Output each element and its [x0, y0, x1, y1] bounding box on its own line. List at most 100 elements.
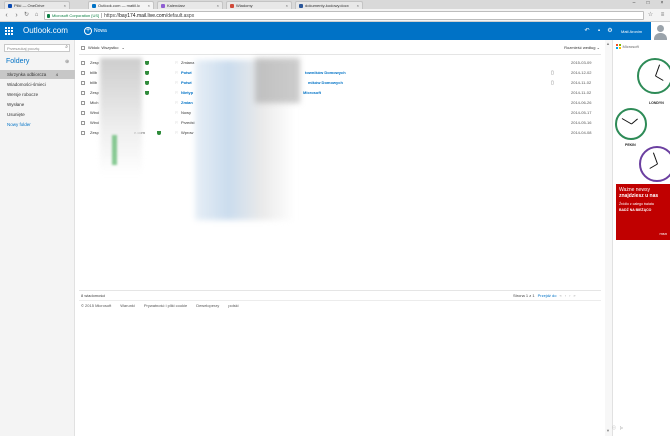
language-link[interactable]: polski — [228, 303, 238, 308]
ad-subline: Źródło z całego świata — [619, 202, 654, 206]
scroll-up-icon[interactable]: ▲ — [606, 41, 610, 46]
message-subject: Nietyp — [181, 90, 194, 95]
message-date: 2014-06-26 — [571, 100, 592, 105]
first-page-icon[interactable]: « — [559, 293, 561, 298]
row-checkbox[interactable] — [81, 91, 85, 95]
clock-icon — [615, 108, 647, 140]
star-icon[interactable]: ☆ — [646, 11, 655, 20]
message-row[interactable]: billb ⚐ Potwi towników Domowych ▯ 2014-1… — [79, 68, 601, 78]
message-date: 2014-12-02 — [571, 70, 592, 75]
folder-label: Wiadomości-śmieci — [7, 82, 46, 87]
avatar[interactable] — [651, 22, 670, 40]
legal-footer: © 2015 Microsoft Warunki Prywatność i pl… — [81, 303, 239, 308]
clock-icon — [639, 146, 670, 182]
terms-link[interactable]: Warunki — [120, 303, 135, 308]
clock-icon — [637, 58, 670, 94]
message-sender: Wind — [90, 120, 100, 125]
message-subject-tail: mików Domowych — [308, 80, 343, 85]
folder-deleted[interactable]: Usunięte — [0, 110, 75, 119]
row-checkbox[interactable] — [81, 111, 85, 115]
flag-icon[interactable]: ⚐ — [175, 78, 179, 88]
flag-icon[interactable]: ⚐ — [175, 118, 179, 128]
ad-info-icon[interactable]: ⓘ — [612, 425, 616, 431]
tab-title: Wiadomy — [236, 3, 253, 8]
address-bar[interactable]: Microsoft Corporation [US] https://bay17… — [44, 11, 644, 20]
folder-label: Wersje robocze — [7, 92, 39, 97]
undo-icon[interactable]: ↶ — [584, 28, 590, 34]
flag-icon[interactable]: ⚐ — [175, 58, 179, 68]
close-icon[interactable]: × — [148, 3, 150, 8]
scroll-down-icon[interactable]: ▼ — [606, 428, 610, 433]
row-checkbox[interactable] — [81, 71, 85, 75]
message-row[interactable]: billb ⚐ Potwi mików Domowych ▯ 2014-11-0… — [79, 78, 601, 88]
new-message-button[interactable]: + Nowa — [84, 25, 107, 37]
message-row[interactable]: Mich ⚐ Zmian 2014-06-26 — [79, 98, 601, 108]
browser-tab-outlook[interactable]: Outlook.com — matiil.lc × — [88, 1, 154, 9]
message-row[interactable]: Wind ⚐ Przedst 2014-05-16 — [79, 118, 601, 128]
outlook-brand[interactable]: Outlook.com — [23, 26, 68, 35]
search-input[interactable]: Przeszukaj pocztę ⌕ — [4, 44, 70, 52]
close-icon[interactable]: × — [357, 3, 359, 8]
flag-icon[interactable]: ⚐ — [175, 128, 179, 138]
browser-tab-document[interactable]: dokumenty-kodowy.docx × — [295, 1, 363, 9]
attachment-icon: ▯ — [551, 80, 554, 86]
flag-icon[interactable]: ⚐ — [175, 88, 179, 98]
row-checkbox[interactable] — [81, 101, 85, 105]
add-folder-icon[interactable]: ⊕ — [65, 59, 69, 65]
flag-icon[interactable]: ⚐ — [175, 98, 179, 108]
new-folder-link[interactable]: Nowy folder — [0, 120, 75, 129]
privacy-link[interactable]: Prywatność i pliki cookie — [144, 303, 187, 308]
close-icon[interactable]: × — [64, 3, 66, 8]
row-checkbox[interactable] — [81, 81, 85, 85]
folder-sent[interactable]: Wysłane — [0, 100, 75, 109]
browser-tab-calendar[interactable]: Kalendarz × — [157, 1, 223, 9]
menu-icon[interactable]: ≡ — [658, 11, 667, 20]
row-checkbox[interactable] — [81, 121, 85, 125]
close-icon[interactable]: × — [286, 3, 288, 8]
user-name[interactable]: Mati Aronim — [621, 29, 642, 34]
folders-heading[interactable]: Foldery — [6, 58, 29, 65]
folder-drafts[interactable]: Wersje robocze — [0, 90, 75, 99]
browser-tab-people[interactable]: Wiadomy × — [226, 1, 292, 9]
city-label: LONDYN — [649, 101, 664, 105]
close-icon[interactable]: × — [217, 3, 219, 8]
last-page-icon[interactable]: » — [573, 293, 575, 298]
row-checkbox[interactable] — [81, 61, 85, 65]
home-icon[interactable]: ⌂ — [32, 11, 41, 20]
app-launcher-icon[interactable] — [5, 27, 13, 35]
redaction-smear — [112, 135, 117, 165]
sort-dropdown[interactable]: Rozmieść według ⌄ — [564, 45, 600, 50]
message-row[interactable]: Wind ⚐ Nowy 2014-05-17 — [79, 108, 601, 118]
flag-icon[interactable]: ⚐ — [175, 108, 179, 118]
back-icon[interactable]: ‹ — [2, 11, 11, 20]
row-checkbox[interactable] — [81, 131, 85, 135]
search-icon[interactable]: ⌕ — [65, 45, 68, 50]
message-date: 2014-11-02 — [571, 80, 592, 85]
select-all-checkbox[interactable] — [81, 45, 85, 50]
message-row[interactable]: Zesp ⚐ Nietyp Microsoft 2014-11-02 — [79, 88, 601, 98]
flag-icon[interactable]: ⚐ — [175, 68, 179, 78]
message-row[interactable]: Zesp ⚐ Zmiana 2015-03-09 — [79, 58, 601, 68]
chat-icon[interactable]: ▪ — [596, 28, 602, 34]
new-message-label: Nowa — [94, 28, 107, 34]
folder-junk[interactable]: Wiadomości-śmieci — [0, 80, 75, 89]
developers-link[interactable]: Deweloperzy — [196, 303, 219, 308]
reload-icon[interactable]: ↻ — [22, 11, 31, 20]
folder-inbox[interactable]: Skrzynka odbiorcza 4 — [0, 70, 75, 79]
minimize-icon[interactable]: – — [628, 0, 640, 6]
message-row[interactable]: Zesp e.com ⚐ Wprow 2014-04-08 — [79, 128, 601, 138]
scrollbar[interactable]: ▲ ▼ — [605, 40, 612, 436]
settings-gear-icon[interactable]: ⚙ — [607, 28, 613, 34]
maximize-icon[interactable]: □ — [642, 0, 654, 6]
window-close-icon[interactable]: × — [656, 0, 668, 6]
forward-icon[interactable]: › — [12, 11, 21, 20]
list-filter[interactable]: Widok: Wszystko ⌄ — [81, 45, 125, 50]
url-path: /default.aspx — [165, 12, 195, 19]
prev-page-icon[interactable]: ‹ — [565, 293, 566, 298]
ad-choices-icon[interactable]: ▷ — [620, 425, 623, 431]
browser-tab-onedrive[interactable]: Pliki — OneDrive × — [4, 1, 70, 9]
msn-advertisement[interactable]: Ważne newsy znajdziesz u nas Źródło z ca… — [616, 184, 670, 240]
goto-page-link[interactable]: Przejdź do — [538, 293, 557, 298]
message-subject: Potwi — [181, 70, 192, 75]
next-page-icon[interactable]: › — [569, 293, 570, 298]
